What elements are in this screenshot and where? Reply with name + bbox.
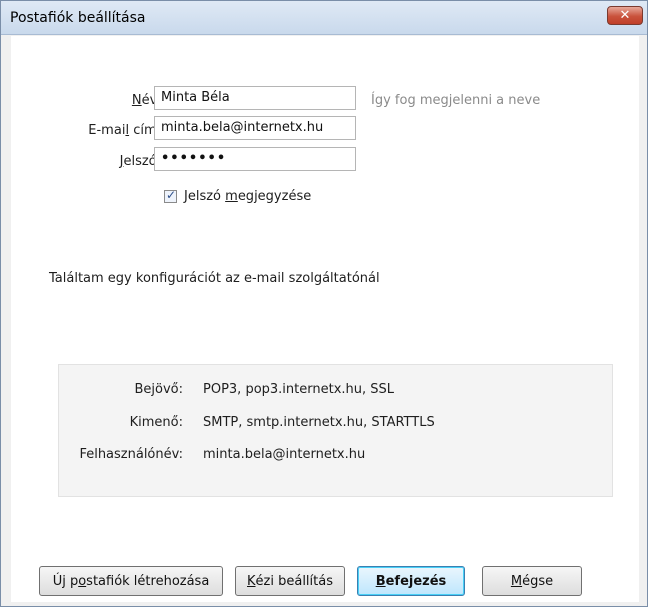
incoming-value: POP3, pop3.internetx.hu, SSL bbox=[203, 382, 395, 397]
dialog-body: Név: Minta Béla Így fog megjelenni a nev… bbox=[11, 36, 639, 602]
username-value: minta.bela@internetx.hu bbox=[203, 447, 366, 462]
username-label: Felhasználónév: bbox=[79, 447, 183, 462]
checkmark-icon: ✓ bbox=[166, 188, 177, 202]
remember-password-row[interactable]: ✓ Jelszó megjegyzése bbox=[164, 188, 312, 204]
manual-config-button[interactable]: Kézi beállítás bbox=[235, 566, 345, 596]
new-account-button[interactable]: Új p o stafiók létrehozása bbox=[39, 566, 223, 596]
outgoing-label: Kimenő: bbox=[129, 415, 183, 430]
name-label: Név: bbox=[131, 93, 161, 108]
server-config-panel: Bejövő: POP3, pop3.internetx.hu, SSL Kim… bbox=[58, 364, 613, 497]
password-label: Jelszó: bbox=[119, 154, 161, 169]
email-input[interactable]: minta.bela@internetx.hu bbox=[154, 116, 356, 140]
finish-button[interactable]: Befejezés bbox=[357, 566, 465, 596]
remember-password-label: Jelszó megjegyzése bbox=[184, 189, 312, 204]
title-bar[interactable]: Postafiók beállítása ✕ bbox=[1, 1, 647, 35]
email-label: E-mail cím: bbox=[88, 123, 161, 138]
name-hint: Így fog megjelenni a neve bbox=[371, 93, 541, 108]
name-input[interactable]: Minta Béla bbox=[154, 86, 356, 110]
account-setup-window: Postafiók beállítása ✕ Név: Minta Béla Í… bbox=[0, 0, 648, 607]
close-button[interactable]: ✕ bbox=[607, 6, 643, 25]
remember-password-checkbox[interactable]: ✓ bbox=[164, 188, 177, 203]
config-found-message: Találtam egy konfigurációt az e-mail szo… bbox=[49, 271, 380, 286]
password-input[interactable]: ••••••• bbox=[154, 147, 356, 171]
incoming-label: Bejövő: bbox=[134, 382, 183, 397]
close-icon: ✕ bbox=[619, 8, 631, 23]
cancel-button[interactable]: Mégse bbox=[482, 566, 582, 596]
window-title: Postafiók beállítása bbox=[10, 10, 146, 26]
outgoing-value: SMTP, smtp.internetx.hu, STARTTLS bbox=[203, 415, 435, 430]
